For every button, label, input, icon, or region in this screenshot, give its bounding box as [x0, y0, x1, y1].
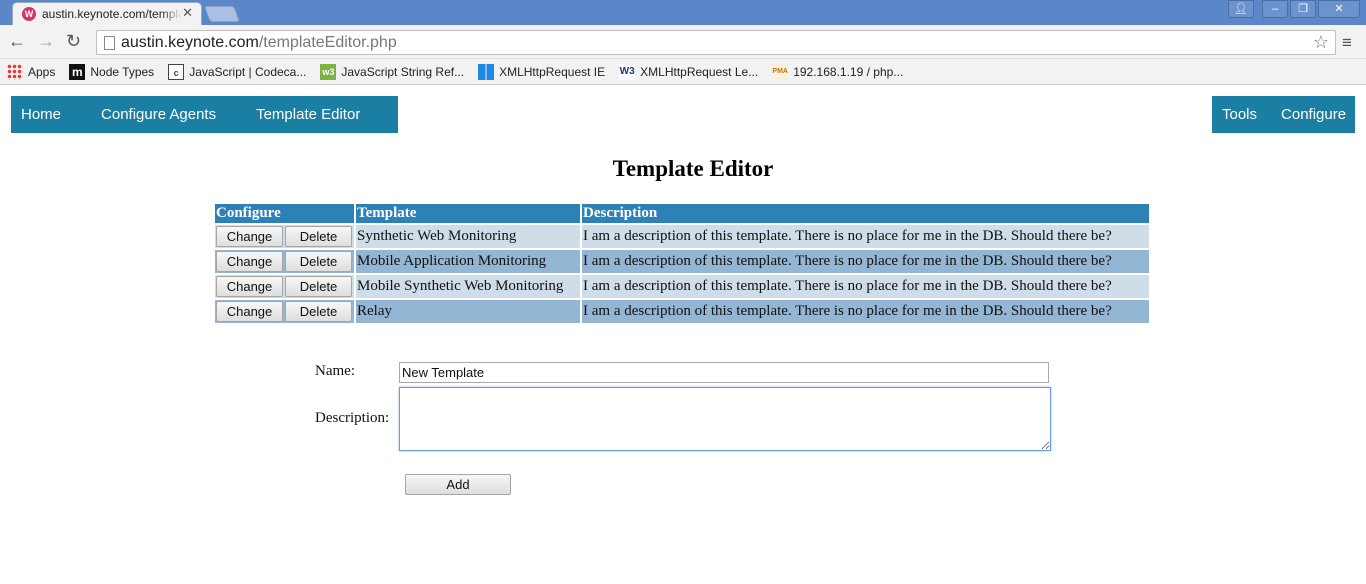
- description-cell: I am a description of this template. The…: [582, 250, 1149, 273]
- w3schools-icon: w3: [320, 63, 337, 80]
- secondary-nav: Tools Configure: [1212, 96, 1355, 133]
- bookmark-label: 192.168.1.19 / php...: [793, 64, 904, 79]
- template-cell: Relay: [356, 300, 580, 323]
- description-cell: I am a description of this template. The…: [582, 275, 1149, 298]
- minimize-icon[interactable]: –: [1262, 0, 1288, 18]
- tab-title: austin.keynote.com/templateEditor.php: [42, 7, 182, 21]
- table-header-row: Configure Template Description: [215, 204, 1149, 223]
- template-cell: Mobile Application Monitoring: [356, 250, 580, 273]
- url-host: austin.keynote.com: [121, 34, 259, 51]
- name-input[interactable]: [399, 362, 1049, 383]
- page-title: Template Editor: [612, 156, 774, 181]
- configure-cell: Change Delete: [215, 275, 354, 298]
- delete-button[interactable]: Delete: [285, 276, 352, 297]
- back-arrow-icon[interactable]: ←: [8, 32, 26, 50]
- bookmark-xhr-ie[interactable]: XMLHttpRequest IE: [478, 63, 606, 80]
- table-row: Change Delete Mobile Application Monitori…: [215, 250, 1149, 273]
- delete-button[interactable]: Delete: [285, 226, 352, 247]
- nav-arrow: [373, 96, 385, 132]
- forward-arrow-icon[interactable]: →: [37, 32, 55, 50]
- url-text[interactable]: austin.keynote.com/templateEditor.php: [121, 34, 397, 52]
- bookmark-star-icon[interactable]: ☆: [1313, 32, 1329, 53]
- bookmark-label: Apps: [28, 64, 56, 79]
- change-button[interactable]: Change: [216, 301, 283, 322]
- bookmark-label: JavaScript String Ref...: [341, 64, 465, 79]
- bookmark-apps[interactable]: Apps: [7, 63, 56, 80]
- name-label: Name:: [315, 363, 355, 379]
- browser-tab[interactable]: W austin.keynote.com/templateEditor.php …: [12, 2, 202, 25]
- column-header-configure: Configure: [215, 204, 354, 223]
- delete-button[interactable]: Delete: [285, 301, 352, 322]
- change-button[interactable]: Change: [216, 276, 283, 297]
- bookmark-label: Node Types: [90, 64, 155, 79]
- table-row: Change Delete Mobile Synthetic Web Monito…: [215, 275, 1149, 298]
- nav-configure-agents[interactable]: Configure Agents: [91, 96, 246, 133]
- phpmyadmin-icon: PMA: [772, 63, 789, 80]
- nav-tools[interactable]: Tools: [1212, 96, 1271, 133]
- bookmark-js-string[interactable]: w3 JavaScript String Ref...: [320, 63, 465, 80]
- template-cell: Mobile Synthetic Web Monitoring: [356, 275, 580, 298]
- bookmark-node-types[interactable]: m Node Types: [69, 63, 155, 80]
- table-row: Change Delete Synthetic Web Monitoring I …: [215, 225, 1149, 248]
- delete-button[interactable]: Delete: [285, 251, 352, 272]
- windows-icon: [478, 63, 495, 80]
- user-profile-icon[interactable]: 👤︎: [1228, 0, 1254, 18]
- bookmark-codecademy[interactable]: c JavaScript | Codeca...: [168, 63, 307, 80]
- nav-home[interactable]: Home: [11, 96, 91, 133]
- tab-close-icon[interactable]: ✕: [182, 5, 193, 21]
- change-button[interactable]: Change: [216, 226, 283, 247]
- m-logo-icon: m: [69, 63, 86, 80]
- browser-menu-icon[interactable]: ≡: [1342, 33, 1352, 53]
- new-tab-button[interactable]: [204, 6, 240, 22]
- bookmarks-bar: Apps m Node Types c JavaScript | Codeca...…: [0, 59, 1366, 85]
- url-path: /templateEditor.php: [258, 34, 397, 51]
- window-controls: 👤︎ – ❐ ✕: [1228, 0, 1360, 18]
- add-button[interactable]: Add: [405, 474, 511, 495]
- change-button[interactable]: Change: [216, 251, 283, 272]
- nav-configure[interactable]: Configure: [1271, 96, 1356, 133]
- codecademy-icon: c: [168, 63, 185, 80]
- template-cell: Synthetic Web Monitoring: [356, 225, 580, 248]
- bookmark-label: XMLHttpRequest IE: [499, 64, 606, 79]
- configure-cell: Change Delete: [215, 300, 354, 323]
- address-bar[interactable]: austin.keynote.com/templateEditor.php ☆: [96, 30, 1336, 55]
- description-label: Description:: [315, 410, 390, 426]
- configure-cell: Change Delete: [215, 250, 354, 273]
- templates-table: Configure Template Description Change Del…: [213, 202, 1151, 325]
- restore-icon[interactable]: ❐: [1290, 0, 1316, 18]
- bookmark-label: JavaScript | Codeca...: [189, 64, 307, 79]
- close-window-icon[interactable]: ✕: [1318, 0, 1360, 18]
- reload-icon[interactable]: ↻: [66, 32, 81, 50]
- bookmark-xhr-level[interactable]: W3 XMLHttpRequest Le...: [619, 63, 759, 80]
- bookmark-phpmyadmin[interactable]: PMA 192.168.1.19 / php...: [772, 63, 904, 80]
- apps-grid-icon: [7, 63, 23, 80]
- column-header-template: Template: [356, 204, 580, 223]
- site-favicon-icon: W: [22, 7, 36, 21]
- configure-cell: Change Delete: [215, 225, 354, 248]
- page-icon: [104, 36, 115, 50]
- w3c-icon: W3: [619, 63, 636, 80]
- column-header-description: Description: [582, 204, 1149, 223]
- bookmark-label: XMLHttpRequest Le...: [640, 64, 759, 79]
- description-cell: I am a description of this template. The…: [582, 225, 1149, 248]
- browser-titlebar: W austin.keynote.com/templateEditor.php …: [0, 0, 1366, 25]
- main-nav: Home Configure Agents Template Editor: [11, 96, 399, 133]
- description-cell: I am a description of this template. The…: [582, 300, 1149, 323]
- table-row: Change Delete Relay I am a description of…: [215, 300, 1149, 323]
- description-textarea[interactable]: [399, 387, 1051, 451]
